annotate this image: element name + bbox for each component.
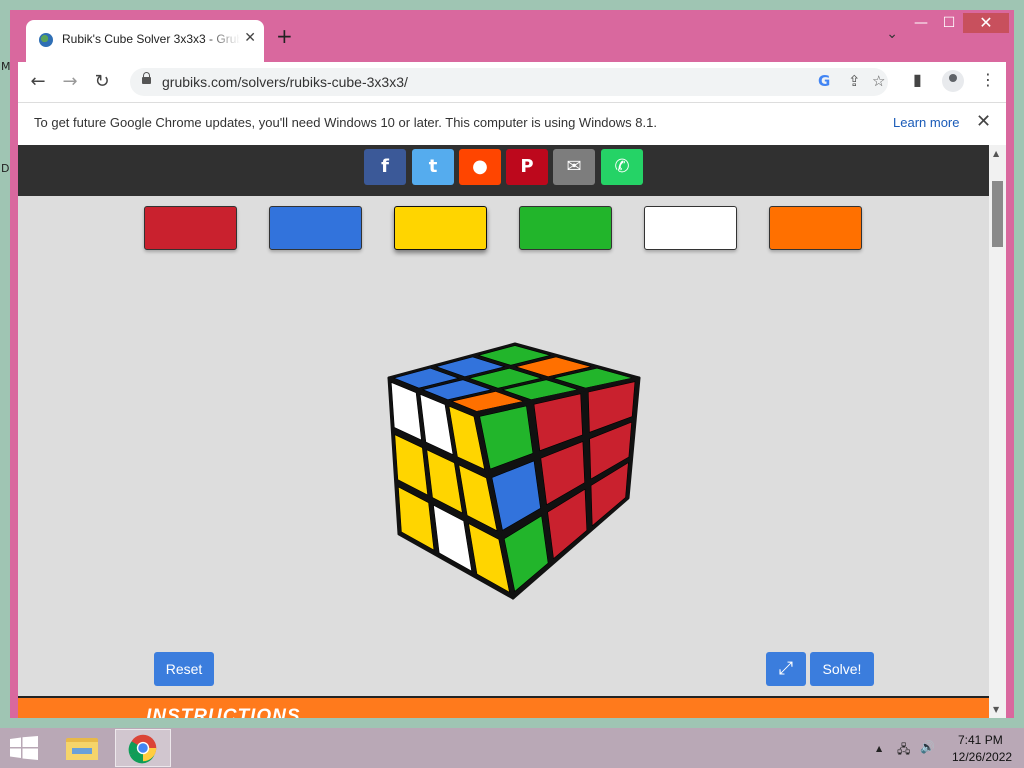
page-scrollbar[interactable]: ▲ ▼ [989,145,1006,718]
scrollbar-thumb[interactable] [992,181,1003,247]
address-bar[interactable]: grubiks.com/solvers/rubiks-cube-3x3x3/ G… [130,68,888,96]
network-icon[interactable]: 🖧 [897,740,910,761]
file-explorer-icon[interactable] [54,729,110,767]
desktop-icon-label: D [1,162,10,175]
back-arrow-icon[interactable]: ← [26,70,50,94]
scroll-up-arrow-icon[interactable]: ▲ [993,149,999,158]
windows-start-icon[interactable] [10,736,38,760]
windows-taskbar: ▲ 🖧 🔊 7:41 PM 12/26/2022 [0,728,1024,768]
volume-icon[interactable]: 🔊 [920,740,935,754]
lock-icon[interactable] [142,72,151,84]
tab-close-icon[interactable]: ✕ [244,30,256,46]
rubiks-cube-3d-view[interactable] [18,145,989,645]
tab-title: Rubik's Cube Solver 3x3x3 - Grubiks [62,32,240,46]
minimize-button[interactable]: — [907,13,935,33]
infobar-message: To get future Google Chrome updates, you… [34,115,657,130]
tab-search-icon[interactable]: ⌄ [886,26,898,42]
new-tab-button[interactable]: + [276,24,293,48]
update-infobar: To get future Google Chrome updates, you… [18,102,1006,146]
tray-expand-icon[interactable]: ▲ [876,744,882,753]
chrome-menu-icon[interactable]: ⋮ [980,70,996,89]
fullscreen-button[interactable]: ⤢ [766,652,806,686]
instructions-banner: INSTRUCTIONS [18,696,989,718]
share-icon[interactable]: ⇪ [848,72,861,90]
browser-window: — ☐ ✕ Rubik's Cube Solver 3x3x3 - Grubik… [10,10,1014,718]
solve-button[interactable]: Solve! [810,652,874,686]
bookmark-star-icon[interactable]: ☆ [872,72,885,90]
close-window-button[interactable]: ✕ [963,13,1009,33]
scroll-down-arrow-icon[interactable]: ▼ [993,705,999,714]
browser-toolbar: ← → ↻ grubiks.com/solvers/rubiks-cube-3x… [18,62,1006,102]
side-panel-icon[interactable]: ▮ [913,70,922,89]
google-icon[interactable]: G [818,72,830,90]
forward-arrow-icon[interactable]: → [58,70,82,94]
globe-icon [39,33,53,47]
infobar-close-icon[interactable]: ✕ [976,111,991,132]
url-text[interactable]: grubiks.com/solvers/rubiks-cube-3x3x3/ [162,74,408,90]
clock-time[interactable]: 7:41 PM [958,733,1003,747]
reset-button[interactable]: Reset [154,652,214,686]
instructions-heading: INSTRUCTIONS [146,706,301,718]
reload-icon[interactable]: ↻ [90,70,114,94]
page-viewport: f t ● P ✉ ✆ Reset ⤢ Solve! INSTRUCTIONS [18,145,989,718]
profile-avatar-icon[interactable] [942,70,964,92]
clock-date[interactable]: 12/26/2022 [952,750,1012,764]
learn-more-link[interactable]: Learn more [893,115,959,130]
chrome-taskbar-icon[interactable] [115,729,171,767]
browser-tab[interactable]: Rubik's Cube Solver 3x3x3 - Grubiks ✕ [26,20,264,62]
maximize-button[interactable]: ☐ [935,13,963,33]
